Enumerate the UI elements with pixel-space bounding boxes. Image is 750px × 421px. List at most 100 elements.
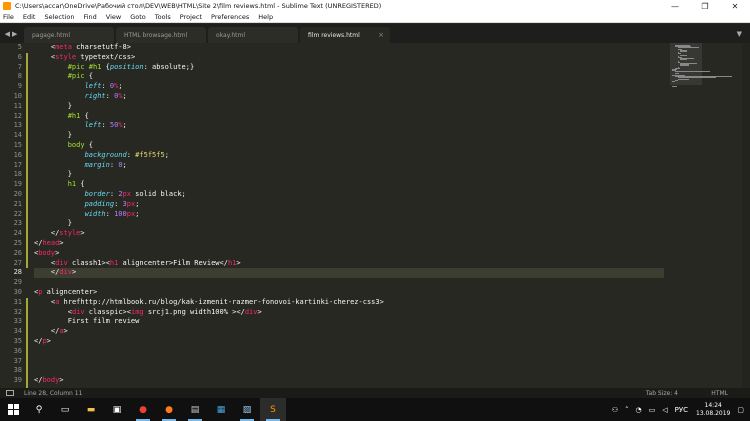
tab-pagage[interactable]: pagage.html [24, 27, 114, 43]
code-line[interactable]: ​ [34, 347, 664, 357]
sublime-text-icon[interactable]: S [260, 398, 286, 421]
minimap-line [672, 85, 677, 87]
code-line[interactable]: } [34, 131, 664, 141]
line-number: 38 [13, 366, 22, 375]
code-line[interactable]: } [34, 170, 664, 180]
chevron-up-icon[interactable]: ˄ [625, 406, 629, 414]
line-number: 19 [13, 180, 22, 189]
line-number: 24 [13, 229, 22, 238]
code-line[interactable]: #pic { [34, 72, 664, 82]
line-number: 25 [13, 238, 22, 247]
menu-view[interactable]: View [106, 13, 121, 21]
code-line[interactable]: <meta charsetutf-8> [34, 43, 664, 53]
code-line[interactable]: background: #f5f5f5; [34, 151, 664, 161]
people-icon[interactable]: ⚇ [612, 406, 618, 414]
store-icon[interactable]: ▣ [104, 398, 130, 421]
code-line[interactable]: <div classpic><img srcj1.png width100% >… [34, 308, 664, 318]
tab-html-browsage[interactable]: HTML browsage.html [116, 27, 206, 43]
code-line[interactable]: <p aligncenter> [34, 288, 664, 298]
code-line[interactable]: <a hrefhttp://htmlbook.ru/blog/kak-izmen… [34, 298, 664, 308]
code-line[interactable]: left: 0%; [34, 82, 664, 92]
volume-icon[interactable]: ◁ [662, 406, 667, 414]
code-line[interactable]: <div classh1><h1 aligncenter>Film Review… [34, 259, 664, 269]
photos-icon[interactable]: ▦ [208, 398, 234, 421]
code-line[interactable]: ​ [34, 278, 664, 288]
clock[interactable]: 14:24 13.08.2019 [696, 402, 730, 418]
code-line[interactable]: ​ [34, 366, 664, 376]
line-number: 15 [13, 140, 22, 149]
tab-size[interactable]: Tab Size: 4 [646, 390, 678, 397]
minimap-line [674, 71, 711, 73]
start-button[interactable] [0, 398, 26, 421]
line-number: 32 [13, 307, 22, 316]
code-line[interactable]: </body> [34, 376, 664, 386]
language-indicator[interactable]: РУС [675, 406, 688, 414]
line-number: 39 [13, 376, 22, 385]
file-explorer-icon[interactable]: ▬ [78, 398, 104, 421]
network-icon[interactable]: ◔ [636, 406, 642, 414]
tab-okay[interactable]: okay.html [208, 27, 298, 43]
menu-preferences[interactable]: Preferences [211, 13, 249, 21]
chevron-left-icon[interactable]: ◀ [5, 30, 12, 38]
code-line[interactable]: </p> [34, 337, 664, 347]
code-editor[interactable]: 5 6 7 8 9 10 11 12 13 14 15 16 17 18 19 20 21 22 23 24 25 26 2… [0, 43, 750, 416]
minimap-line [674, 79, 678, 81]
close-button[interactable]: ✕ [720, 0, 750, 12]
menu-goto[interactable]: Goto [130, 13, 146, 21]
code-line[interactable]: left: 50%; [34, 121, 664, 131]
menu-edit[interactable]: Edit [23, 13, 36, 21]
code-line[interactable]: right: 0%; [34, 92, 664, 102]
code-line[interactable]: First film review [34, 317, 664, 327]
modified-lines-markers [26, 43, 29, 416]
code-line[interactable]: #h1 { [34, 112, 664, 122]
code-line[interactable]: </style> [34, 229, 664, 239]
task-view-icon[interactable]: ▭ [52, 398, 78, 421]
code-line[interactable]: } [34, 102, 664, 112]
media-icon[interactable]: ▨ [234, 398, 260, 421]
code-line[interactable]: h1 { [34, 180, 664, 190]
code-line[interactable]: } [34, 219, 664, 229]
notifications-icon[interactable]: ▢ [737, 406, 744, 414]
code-line[interactable]: border: 2px solid black; [34, 190, 664, 200]
code-line[interactable]: padding: 3px; [34, 200, 664, 210]
syntax-mode[interactable]: HTML [711, 390, 728, 397]
menu-selection[interactable]: Selection [44, 13, 74, 21]
line-number: 17 [13, 160, 22, 169]
tab-nav-arrows[interactable]: ◀ ▶ [0, 24, 24, 43]
chrome-icon[interactable]: ● [130, 398, 156, 421]
code-line[interactable]: body { [34, 141, 664, 151]
vertical-scrollbar[interactable] [742, 43, 750, 388]
minimap-line [680, 65, 690, 67]
line-number: 11 [13, 101, 22, 110]
tab-film-reviews[interactable]: film reviews.html × [300, 27, 390, 43]
menu-file[interactable]: File [3, 13, 14, 21]
close-icon[interactable]: × [378, 31, 384, 39]
menu-tools[interactable]: Tools [155, 13, 171, 21]
panel-toggle-icon[interactable] [6, 390, 14, 396]
code-line[interactable]: #pic #h1 {position: absolute;} [34, 63, 664, 73]
code-line[interactable]: </a> [34, 327, 664, 337]
search-icon[interactable]: ⚲ [26, 398, 52, 421]
code-line[interactable]: </head> [34, 239, 664, 249]
code-line[interactable]: </div> [34, 268, 664, 279]
cursor-position: Line 28, Column 11 [24, 389, 83, 397]
minimap[interactable] [668, 43, 750, 388]
firefox-icon[interactable]: ● [156, 398, 182, 421]
chevron-right-icon[interactable]: ▶ [12, 30, 19, 38]
menu-find[interactable]: Find [83, 13, 96, 21]
code-line[interactable]: width: 100px; [34, 210, 664, 220]
code-line[interactable]: ​ [34, 357, 664, 367]
line-number: 37 [13, 356, 22, 365]
terminal-icon[interactable]: ▤ [182, 398, 208, 421]
code-line[interactable]: margin: 0; [34, 161, 664, 171]
code-line[interactable]: <style typetext/css> [34, 53, 664, 63]
battery-icon[interactable]: ▭ [649, 406, 656, 414]
menu-help[interactable]: Help [258, 13, 273, 21]
code-line[interactable]: <body> [34, 249, 664, 259]
code-area[interactable]: <meta charsetutf-8> <style typetext/css>… [34, 43, 664, 386]
menu-project[interactable]: Project [180, 13, 202, 21]
windows-logo-icon [7, 404, 19, 415]
maximize-button[interactable]: ❐ [690, 0, 720, 12]
minimize-button[interactable]: — [660, 0, 690, 12]
chevron-down-icon[interactable]: ▼ [737, 30, 742, 38]
